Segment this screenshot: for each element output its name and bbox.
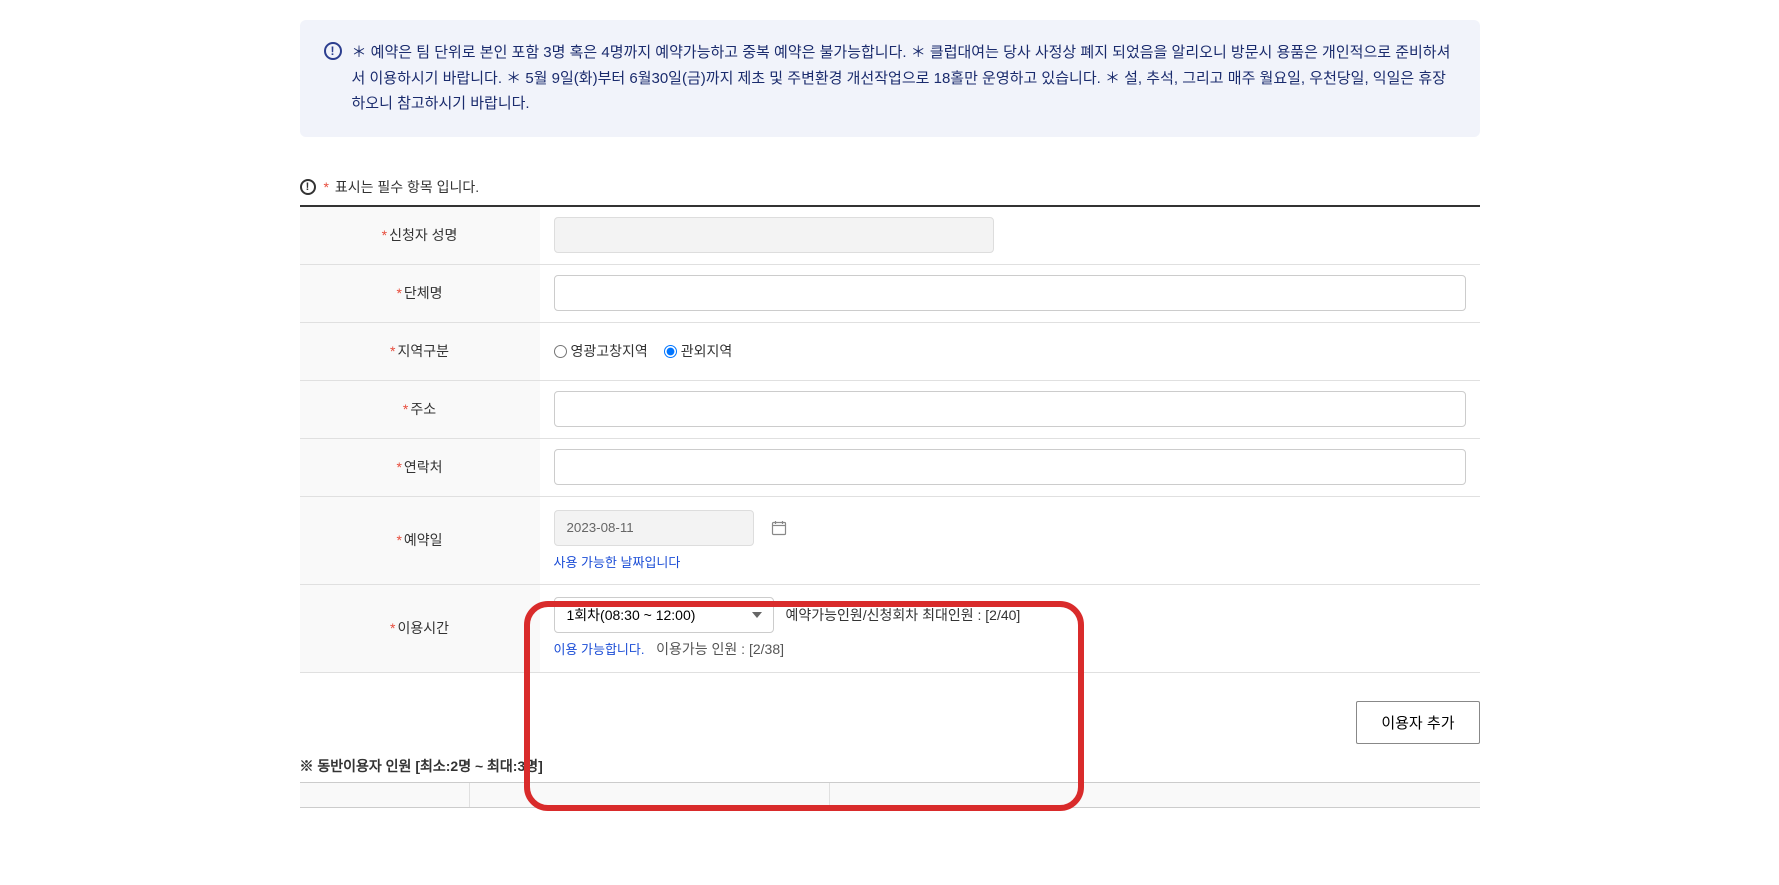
label-region: *지역구분: [300, 323, 540, 380]
info-icon-small: !: [300, 179, 316, 195]
label-date: *예약일: [300, 497, 540, 584]
label-applicant-name: *신청자 성명: [300, 207, 540, 264]
date-input[interactable]: [554, 510, 754, 546]
phone-input[interactable]: [554, 449, 1466, 485]
notice-text: ＊ 예약은 팀 단위로 본인 포함 3명 혹은 4명까지 예약가능하고 중복 예…: [352, 40, 1456, 117]
label-time: *이용시간: [300, 585, 540, 672]
companion-title: ※ 동반이용자 인원 [최소:2명 ~ 최대:3명]: [300, 756, 1480, 776]
region-option-2-label: 관외지역: [681, 341, 733, 361]
label-phone: *연락처: [300, 439, 540, 496]
region-radio-1[interactable]: [554, 345, 567, 358]
region-option-2[interactable]: 관외지역: [664, 341, 733, 361]
info-icon: !: [324, 42, 342, 60]
star-mark: *: [324, 179, 329, 195]
time-helper-count: 이용가능 인원 : [2/38]: [656, 641, 784, 657]
label-address: *주소: [300, 381, 540, 438]
applicant-name-input: [554, 217, 994, 253]
notice-box: ! ＊ 예약은 팀 단위로 본인 포함 3명 혹은 4명까지 예약가능하고 중복…: [300, 20, 1480, 137]
add-user-button[interactable]: 이용자 추가: [1356, 701, 1479, 744]
required-note: ! * 표시는 필수 항목 입니다.: [300, 177, 1480, 197]
required-note-text: 표시는 필수 항목 입니다.: [335, 179, 479, 195]
region-radio-group: 영광고창지역 관외지역: [554, 341, 733, 361]
region-radio-2[interactable]: [664, 345, 677, 358]
address-input[interactable]: [554, 391, 1466, 427]
time-select[interactable]: 1회차(08:30 ~ 12:00): [554, 597, 774, 633]
capacity-label: 예약가능인원/신청회차 최대인원 : [2/40]: [786, 605, 1021, 625]
group-name-input[interactable]: [554, 275, 1466, 311]
region-option-1[interactable]: 영광고창지역: [554, 341, 648, 361]
label-group-name: *단체명: [300, 265, 540, 322]
region-option-1-label: 영광고창지역: [571, 341, 648, 361]
form-table: *신청자 성명 *단체명 *지역구분: [300, 205, 1480, 673]
calendar-icon[interactable]: [770, 519, 788, 537]
companion-table: [300, 782, 1480, 808]
date-helper-text: 사용 가능한 날짜입니다: [554, 552, 1466, 571]
time-helper-status: 이용 가능합니다.: [554, 642, 645, 657]
